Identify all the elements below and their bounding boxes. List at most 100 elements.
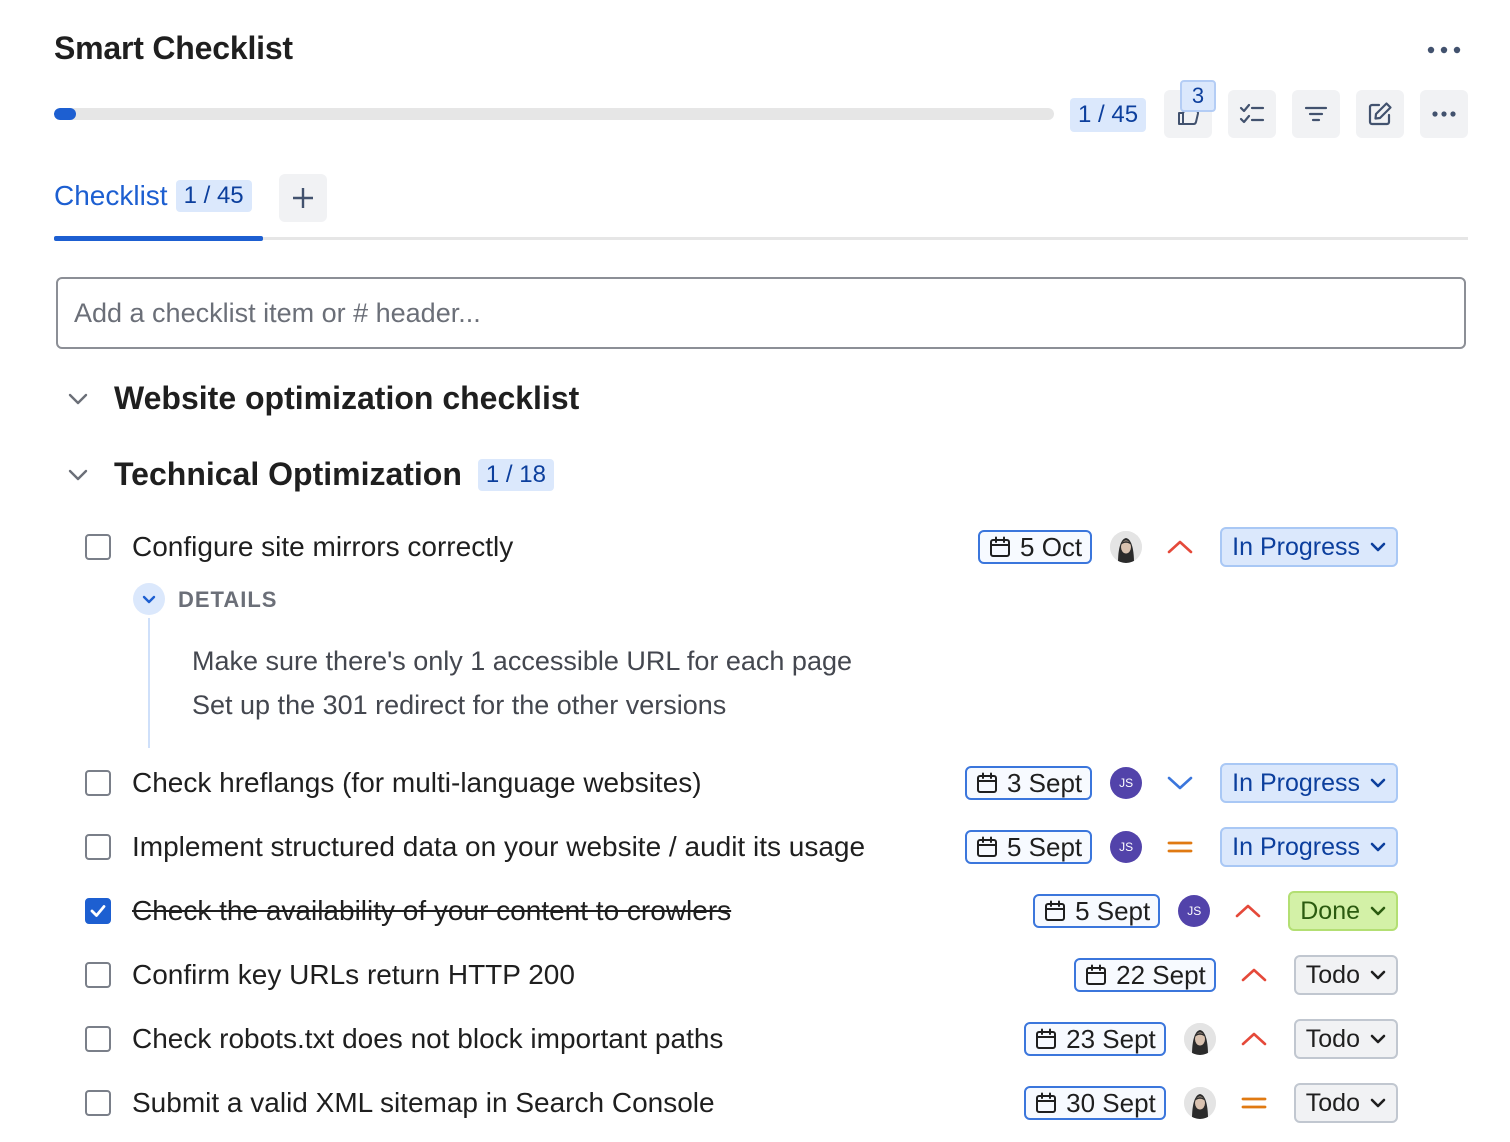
item-text[interactable]: Confirm key URLs return HTTP 200 — [132, 959, 575, 991]
item-text[interactable]: Submit a valid XML sitemap in Search Con… — [132, 1087, 715, 1119]
priority-indicator[interactable] — [1162, 531, 1198, 563]
item-checkbox[interactable] — [85, 962, 111, 988]
assignee-initials: JS — [1119, 840, 1134, 854]
item-checkbox[interactable] — [85, 834, 111, 860]
item-text[interactable]: Check robots.txt does not block importan… — [132, 1023, 723, 1055]
item-checkbox[interactable] — [85, 534, 111, 560]
chevron-down-icon — [1370, 1098, 1386, 1108]
item-meta: 5 Sept JS In Progress — [964, 827, 1398, 867]
toolbar-more-button[interactable] — [1420, 90, 1468, 138]
item-meta: 5 Sept JS Done — [1033, 891, 1398, 931]
assignee-avatar[interactable] — [1110, 531, 1143, 563]
checklist-icon — [1239, 103, 1265, 124]
status-dropdown[interactable]: Done — [1288, 891, 1398, 931]
toggle-checklist-view-button[interactable] — [1228, 90, 1276, 138]
due-date-label: 3 Sept — [1006, 767, 1083, 798]
status-dropdown[interactable]: Todo — [1293, 1083, 1398, 1123]
assignee-avatar[interactable] — [1183, 1087, 1216, 1119]
item-text[interactable]: Check hreflangs (for multi-language webs… — [132, 767, 702, 799]
section-title: Website optimization checklist — [114, 380, 580, 416]
calendar-icon — [1045, 900, 1066, 921]
item-checkbox[interactable] — [85, 1090, 111, 1116]
priority-medium-icon — [1241, 1097, 1267, 1109]
calendar-icon — [1086, 964, 1107, 985]
add-tab-button[interactable] — [279, 174, 327, 222]
status-dropdown[interactable]: In Progress — [1220, 527, 1398, 567]
priority-indicator[interactable] — [1236, 959, 1272, 991]
due-date-button[interactable]: 5 Sept — [964, 830, 1093, 864]
tab-divider — [54, 237, 1468, 240]
due-date-button[interactable]: 23 Sept — [1024, 1022, 1166, 1056]
chevron-down-icon — [1370, 842, 1386, 852]
due-date-button[interactable]: 22 Sept — [1074, 958, 1216, 992]
priority-indicator[interactable] — [1236, 1023, 1272, 1055]
status-dropdown[interactable]: Todo — [1293, 1019, 1398, 1059]
assignee-avatar[interactable]: JS — [1110, 831, 1143, 863]
calendar-icon — [990, 536, 1011, 557]
checklist-item: Implement structured data on your websit… — [85, 827, 865, 867]
priority-indicator[interactable] — [1162, 767, 1198, 799]
priority-medium-icon — [1167, 841, 1193, 853]
details-line: Make sure there's only 1 accessible URL … — [192, 646, 852, 676]
item-meta: 3 Sept JS In Progress — [964, 763, 1398, 803]
status-dropdown[interactable]: Todo — [1293, 955, 1398, 995]
item-text[interactable]: Configure site mirrors correctly — [132, 531, 513, 563]
item-checkbox[interactable] — [85, 1026, 111, 1052]
checklist-item: Confirm key URLs return HTTP 200 — [85, 955, 575, 995]
calendar-icon — [976, 836, 997, 857]
chevron-down-icon — [1370, 1034, 1386, 1044]
status-dropdown[interactable]: In Progress — [1220, 827, 1398, 867]
chevron-down-icon — [1370, 970, 1386, 980]
item-checkbox[interactable] — [85, 770, 111, 796]
chevron-down-icon — [1370, 542, 1386, 552]
checklist-item: Configure site mirrors correctly — [85, 527, 513, 567]
item-text[interactable]: Implement structured data on your websit… — [132, 831, 865, 863]
edit-button[interactable] — [1356, 90, 1404, 138]
status-label: Todo — [1305, 1088, 1360, 1117]
status-label: In Progress — [1232, 532, 1360, 561]
chevron-down-icon — [1370, 906, 1386, 916]
chevron-down-icon — [1370, 778, 1386, 788]
priority-indicator[interactable] — [1230, 895, 1266, 927]
due-date-button[interactable]: 5 Sept — [1033, 894, 1161, 928]
chevron-down-icon[interactable] — [66, 463, 90, 487]
status-label: Todo — [1305, 960, 1360, 989]
edit-icon — [1368, 102, 1392, 126]
priority-indicator[interactable] — [1162, 831, 1198, 863]
assignee-avatar[interactable]: JS — [1178, 895, 1211, 927]
notifications-button[interactable]: 3 — [1164, 80, 1216, 138]
due-date-button[interactable]: 3 Sept — [964, 766, 1093, 800]
due-date-button[interactable]: 5 Oct — [978, 530, 1093, 564]
item-text[interactable]: Check the availability of your content t… — [132, 895, 731, 927]
status-label: In Progress — [1232, 832, 1360, 861]
tab-checklist[interactable]: Checklist 1 / 45 — [54, 180, 252, 212]
more-options-button[interactable] — [1420, 30, 1468, 70]
section-header[interactable]: Technical Optimization 1 / 18 — [66, 456, 554, 493]
priority-high-icon — [1235, 904, 1261, 918]
status-dropdown[interactable]: In Progress — [1220, 763, 1398, 803]
filter-button[interactable] — [1292, 90, 1340, 138]
status-label: Todo — [1305, 1024, 1360, 1053]
checklist-item: Submit a valid XML sitemap in Search Con… — [85, 1083, 715, 1123]
add-item-input[interactable] — [56, 277, 1466, 349]
filter-icon — [1304, 106, 1328, 122]
section-header[interactable]: Website optimization checklist — [66, 380, 579, 417]
status-label: Done — [1300, 896, 1360, 925]
priority-high-icon — [1167, 540, 1193, 554]
due-date-button[interactable]: 30 Sept — [1024, 1086, 1166, 1120]
priority-indicator[interactable] — [1236, 1087, 1272, 1119]
active-tab-indicator — [54, 236, 263, 241]
item-checkbox[interactable] — [85, 898, 111, 924]
details-line: Set up the 301 redirect for the other ve… — [192, 690, 727, 720]
calendar-icon — [1036, 1028, 1057, 1049]
assignee-avatar[interactable] — [1183, 1023, 1216, 1055]
checklist-item: Check hreflangs (for multi-language webs… — [85, 763, 702, 803]
details-guide-line — [148, 618, 150, 748]
notification-badge: 3 — [1180, 80, 1216, 112]
item-meta: 23 Sept Todo — [1024, 1019, 1398, 1059]
assignee-avatar[interactable]: JS — [1110, 767, 1143, 799]
tab-count: 1 / 45 — [175, 180, 252, 212]
item-meta: 22 Sept Todo — [1074, 955, 1398, 995]
details-toggle[interactable] — [133, 583, 165, 615]
chevron-down-icon[interactable] — [66, 387, 90, 411]
